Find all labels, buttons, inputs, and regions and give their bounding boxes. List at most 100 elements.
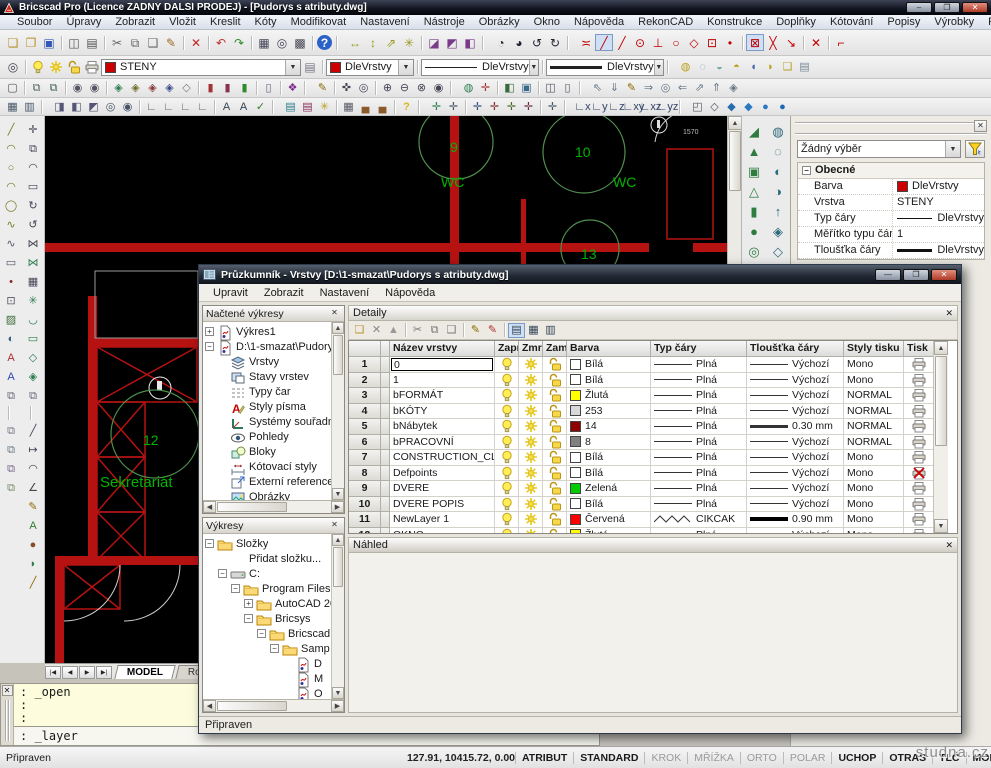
draw-rectangle-icon[interactable]: ▭	[2, 253, 21, 272]
view-manager-icon[interactable]: ▣	[518, 81, 535, 96]
dialog-restore-button[interactable]: ❐	[903, 269, 929, 281]
column-header-blank[interactable]	[349, 341, 381, 357]
subtract-icon[interactable]: ◌	[768, 142, 788, 162]
layer-plotstyle[interactable]: Mono	[844, 450, 904, 466]
minimize-button[interactable]: –	[906, 2, 932, 13]
zoom-window-icon[interactable]: ⊗	[413, 81, 430, 96]
layer-linetype[interactable]: Plná	[651, 528, 747, 535]
snap-nearest-icon[interactable]: ≍	[577, 34, 595, 51]
open-drawing-icon[interactable]: ❐	[22, 34, 40, 51]
text-single-icon[interactable]: A	[2, 348, 21, 367]
layer-unlock-icon[interactable]	[543, 481, 567, 497]
copy-layer-icon[interactable]: ⧉	[426, 323, 443, 338]
layer-plotstyle[interactable]: Mono	[844, 466, 904, 482]
plot-on-icon[interactable]	[904, 419, 934, 435]
horizontal-scrollbar[interactable]: ◀▶	[203, 500, 344, 513]
layer-linetype[interactable]: Plná	[651, 497, 747, 513]
layer-name[interactable]: Defpoints	[390, 466, 495, 482]
layer-unlock-icon[interactable]	[543, 404, 567, 420]
layer-lineweight[interactable]: Výchozí	[747, 466, 844, 482]
collapse-icon[interactable]: −	[205, 342, 214, 351]
menu-k-ty[interactable]: Kóty	[248, 15, 284, 29]
tab-model[interactable]: MODEL	[114, 665, 176, 679]
layer-on-icon[interactable]	[495, 497, 519, 513]
purge-icon[interactable]: ▲	[385, 323, 402, 338]
menu-rekoncad[interactable]: RekonCAD	[631, 15, 700, 29]
layer-thaw-icon[interactable]	[519, 419, 543, 435]
layer-on-icon[interactable]	[495, 481, 519, 497]
erase-icon[interactable]: ✕	[187, 34, 205, 51]
layer-unlock-icon[interactable]	[543, 435, 567, 451]
tree-item[interactable]: −C:	[205, 566, 344, 581]
row-selector[interactable]	[381, 419, 390, 435]
coordinates-readout[interactable]: 127.91, 10415.72, 0.00	[340, 752, 515, 764]
scrollbar-thumb[interactable]	[333, 547, 343, 587]
lineweight-combobox[interactable]: DleVrstvy ▼	[546, 59, 664, 76]
ucs-origin-icon[interactable]: ✛	[469, 99, 486, 114]
menu-soubor[interactable]: Soubor	[10, 15, 59, 29]
interfere-icon[interactable]: ◑	[768, 182, 788, 202]
tree-item[interactable]: AStyly písma	[205, 399, 344, 414]
property-row[interactable]: VrstvaSTENY	[798, 195, 984, 211]
row-selector[interactable]	[381, 512, 390, 528]
solid-sphere-icon[interactable]: ●	[744, 222, 764, 242]
join-icon[interactable]: ◗	[24, 554, 43, 573]
layer-color[interactable]: 14	[567, 419, 651, 435]
tree-item[interactable]: −Složky	[205, 536, 344, 551]
walk-right-icon[interactable]: ⇒	[640, 81, 657, 96]
property-value[interactable]: DleVrstvy	[893, 243, 984, 258]
view-icons-icon[interactable]: ▦	[525, 323, 542, 338]
menu-zobrazit[interactable]: Zobrazit	[108, 15, 162, 29]
layer-row[interactable]: 21BíláPlnáVýchozíMono	[349, 373, 933, 389]
row-number[interactable]: 10	[349, 497, 381, 513]
toggle-orto[interactable]: ORTO	[740, 752, 783, 764]
dim-angular-icon[interactable]: ✳	[400, 34, 418, 51]
layer-thaw-icon[interactable]	[519, 466, 543, 482]
edit-text-icon[interactable]: A	[24, 516, 43, 535]
row-selector[interactable]	[381, 357, 390, 373]
layer-thaw-icon[interactable]	[519, 497, 543, 513]
walk-nw-icon[interactable]: ⇖	[589, 81, 606, 96]
layer-name[interactable]: OKNO	[390, 528, 495, 535]
close-icon[interactable]: ✕	[2, 685, 13, 696]
edit-polyline-icon[interactable]: ✎	[24, 497, 43, 516]
close-icon[interactable]: ✕	[974, 120, 987, 132]
xref-bind-icon[interactable]: ◩	[85, 99, 102, 114]
layer-freeze-icon[interactable]: ◒	[711, 60, 728, 75]
copy-stack-icon[interactable]: ⧉	[24, 386, 43, 405]
tree-item[interactable]: −Samp	[205, 641, 344, 656]
tree-item[interactable]: Stavy vrstev	[205, 369, 344, 384]
scrollbar-thumb[interactable]	[729, 131, 741, 191]
copy-group-2-icon[interactable]: ⧉	[2, 440, 21, 459]
property-value[interactable]: DleVrstvy	[893, 211, 984, 226]
plot-on-icon[interactable]	[904, 481, 934, 497]
close-icon[interactable]: ✕	[945, 540, 953, 551]
row-selector[interactable]	[381, 450, 390, 466]
layer-linetype[interactable]: Plná	[651, 450, 747, 466]
layer-row[interactable]: 7CONSTRUCTION_CLASSBíláPlnáVýchozíMono	[349, 450, 933, 466]
rotate-reference-icon[interactable]: ↺	[24, 215, 43, 234]
layer-unlock-icon[interactable]	[543, 466, 567, 482]
ucs-dynamic-icon[interactable]: ✛	[428, 99, 445, 114]
snap-center-icon[interactable]: ⊙	[631, 34, 649, 51]
layer-unlock-icon[interactable]	[543, 450, 567, 466]
layer-thaw-icon[interactable]	[519, 388, 543, 404]
tag-olive-icon[interactable]: ◈	[127, 81, 144, 96]
find-drawing-icon[interactable]: ◎	[102, 99, 119, 114]
extrude-icon[interactable]: ▭	[24, 329, 43, 348]
snap-insertion-icon[interactable]: ⊡	[703, 34, 721, 51]
collapse-icon[interactable]: −	[231, 584, 240, 593]
find-icon[interactable]: ◎	[273, 34, 291, 51]
layer-lineweight[interactable]: Výchozí	[747, 357, 844, 373]
plot-on-icon[interactable]	[904, 497, 934, 513]
arc-continue-icon[interactable]: ◕	[510, 34, 528, 51]
tree-item[interactable]: −Program Files	[205, 581, 344, 596]
layer-thaw-icon[interactable]	[519, 481, 543, 497]
move-face-icon[interactable]: ◈	[768, 222, 788, 242]
row-selector[interactable]	[381, 388, 390, 404]
column-header[interactable]: Zmr.	[519, 341, 543, 357]
solid-wedge-icon[interactable]: ◢	[744, 122, 764, 142]
ucs-entity-icon[interactable]: ✛	[486, 99, 503, 114]
collapse-icon[interactable]: −	[270, 644, 279, 653]
tree-item[interactable]: +Výkres1	[205, 324, 344, 339]
